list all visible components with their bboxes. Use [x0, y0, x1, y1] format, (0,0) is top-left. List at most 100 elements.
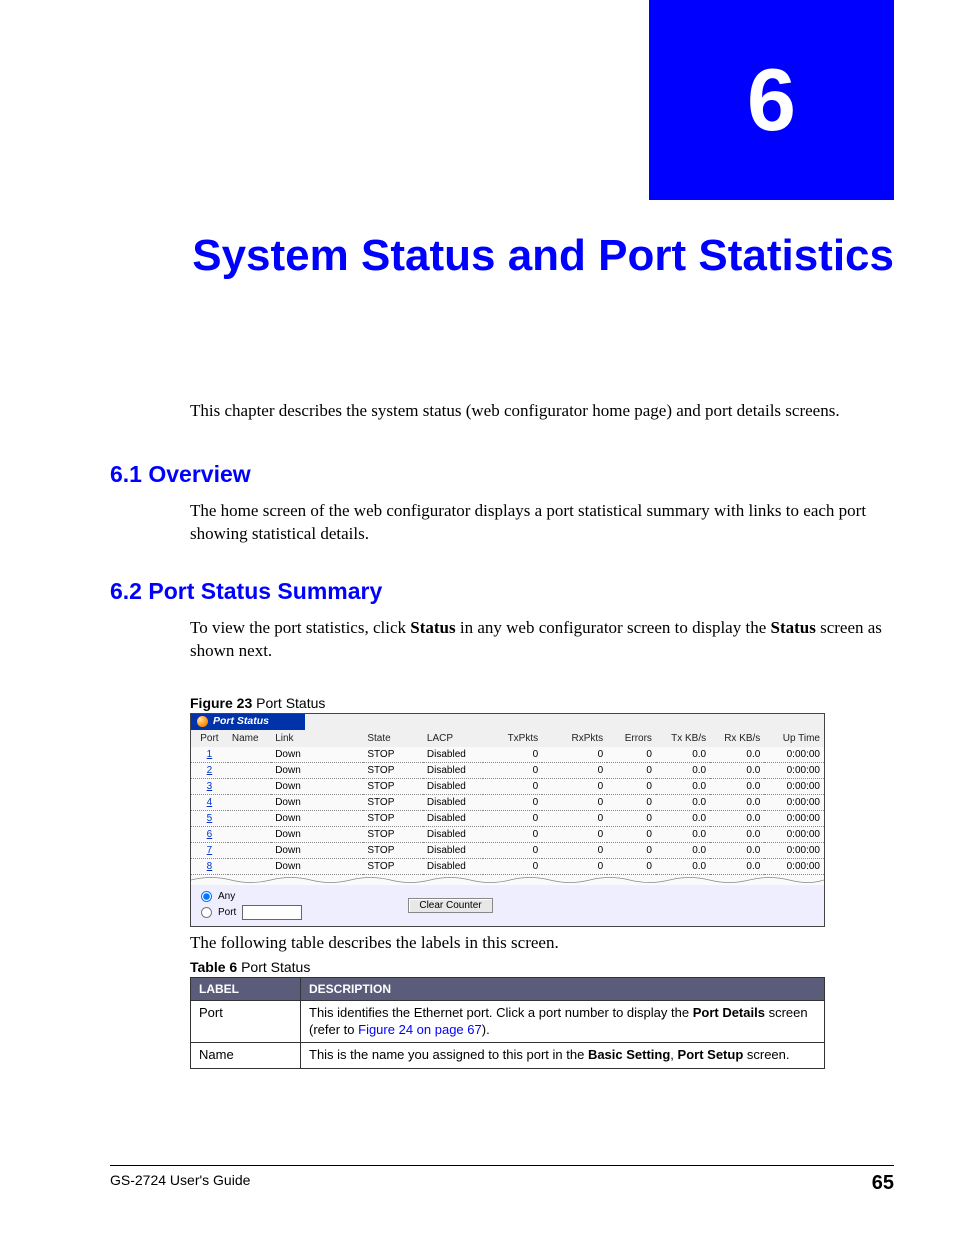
cell-state: STOP — [363, 810, 423, 826]
cell-uptime: 0:00:00 — [764, 747, 824, 763]
cell-txkb: 0.0 — [656, 747, 710, 763]
cell-lacp: Disabled — [423, 826, 483, 842]
cell-name — [228, 858, 271, 874]
desc-label: Name — [191, 1043, 301, 1069]
table-row: 3DownSTOPDisabled0000.00.00:00:00 — [191, 778, 824, 794]
cell-uptime: 0:00:00 — [764, 794, 824, 810]
cell-state: STOP — [363, 778, 423, 794]
table-row: 8DownSTOPDisabled0000.00.00:00:00 — [191, 858, 824, 874]
cell-txpkts: 0 — [483, 842, 543, 858]
table-header-row: Port Name Link State LACP TxPkts RxPkts … — [191, 730, 824, 747]
cell-name — [228, 826, 271, 842]
page-tear-graphic — [191, 875, 824, 885]
radio-any-row[interactable]: Any — [201, 891, 302, 902]
cell-state: STOP — [363, 826, 423, 842]
cell-txkb: 0.0 — [656, 858, 710, 874]
port-link[interactable]: 6 — [191, 826, 228, 842]
port-link[interactable]: 2 — [191, 762, 228, 778]
cell-uptime: 0:00:00 — [764, 842, 824, 858]
cell-txpkts: 0 — [483, 858, 543, 874]
cell-uptime: 0:00:00 — [764, 778, 824, 794]
cell-lacp: Disabled — [423, 794, 483, 810]
cell-lacp: Disabled — [423, 810, 483, 826]
port-link[interactable]: 3 — [191, 778, 228, 794]
cell-errors: 0 — [607, 842, 656, 858]
cell-txpkts: 0 — [483, 778, 543, 794]
radio-port[interactable] — [201, 907, 212, 918]
cell-txpkts: 0 — [483, 762, 543, 778]
page-number: 65 — [872, 1172, 894, 1195]
cell-link: Down — [271, 858, 363, 874]
desc-text: This is the name you assigned to this po… — [301, 1043, 825, 1069]
radio-port-row[interactable]: Port — [201, 905, 302, 920]
desc-label: Port — [191, 1000, 301, 1043]
cell-txpkts: 0 — [483, 826, 543, 842]
cell-link: Down — [271, 778, 363, 794]
cell-txkb: 0.0 — [656, 826, 710, 842]
table-row: 6DownSTOPDisabled0000.00.00:00:00 — [191, 826, 824, 842]
cell-rxpkts: 0 — [542, 826, 607, 842]
page-footer: GS-2724 User's Guide 65 — [110, 1165, 894, 1195]
footer-guide-name: GS-2724 User's Guide — [110, 1172, 250, 1195]
cell-lacp: Disabled — [423, 747, 483, 763]
port-status-title: Port Status — [213, 715, 269, 727]
cell-name — [228, 778, 271, 794]
figure-crossref-link[interactable]: Figure 24 on page 67 — [358, 1022, 482, 1037]
port-link[interactable]: 5 — [191, 810, 228, 826]
cell-link: Down — [271, 826, 363, 842]
port-status-screenshot: Port Status Port Name Link State LACP Tx… — [190, 713, 825, 927]
chapter-intro: This chapter describes the system status… — [190, 400, 894, 423]
section-heading-port-status: 6.2 Port Status Summary — [110, 578, 894, 605]
desc-th-label: LABEL — [191, 977, 301, 1000]
cell-lacp: Disabled — [423, 762, 483, 778]
cell-lacp: Disabled — [423, 778, 483, 794]
section-heading-overview: 6.1 Overview — [110, 461, 894, 488]
cell-uptime: 0:00:00 — [764, 858, 824, 874]
table-row: Port This identifies the Ethernet port. … — [191, 1000, 825, 1043]
port-link[interactable]: 4 — [191, 794, 228, 810]
cell-rxpkts: 0 — [542, 747, 607, 763]
port-status-titlebar: Port Status — [191, 714, 824, 730]
cell-state: STOP — [363, 762, 423, 778]
table-row: 2DownSTOPDisabled0000.00.00:00:00 — [191, 762, 824, 778]
port-link[interactable]: 8 — [191, 858, 228, 874]
cell-txpkts: 0 — [483, 747, 543, 763]
cell-errors: 0 — [607, 794, 656, 810]
desc-th-desc: DESCRIPTION — [301, 977, 825, 1000]
cell-errors: 0 — [607, 747, 656, 763]
port-status-table: Port Name Link State LACP TxPkts RxPkts … — [191, 730, 824, 875]
port-number-input[interactable] — [242, 905, 302, 920]
cell-rxkb: 0.0 — [710, 826, 764, 842]
cell-rxkb: 0.0 — [710, 858, 764, 874]
cell-errors: 0 — [607, 810, 656, 826]
cell-link: Down — [271, 747, 363, 763]
port-link[interactable]: 1 — [191, 747, 228, 763]
cell-name — [228, 747, 271, 763]
cell-link: Down — [271, 794, 363, 810]
radio-any-label: Any — [218, 891, 235, 902]
table-row: 7DownSTOPDisabled0000.00.00:00:00 — [191, 842, 824, 858]
port-link[interactable]: 7 — [191, 842, 228, 858]
figure-caption: Figure 23 Port Status — [190, 695, 894, 711]
section-body-overview: The home screen of the web configurator … — [190, 500, 894, 546]
cell-errors: 0 — [607, 762, 656, 778]
cell-rxkb: 0.0 — [710, 747, 764, 763]
cell-rxpkts: 0 — [542, 810, 607, 826]
table-caption: Table 6 Port Status — [190, 959, 894, 975]
cell-link: Down — [271, 810, 363, 826]
cell-rxpkts: 0 — [542, 778, 607, 794]
cell-lacp: Disabled — [423, 842, 483, 858]
cell-state: STOP — [363, 858, 423, 874]
cell-state: STOP — [363, 794, 423, 810]
clear-counter-button[interactable]: Clear Counter — [408, 898, 492, 913]
table-row: 5DownSTOPDisabled0000.00.00:00:00 — [191, 810, 824, 826]
cell-name — [228, 762, 271, 778]
cell-link: Down — [271, 762, 363, 778]
cell-txkb: 0.0 — [656, 778, 710, 794]
cell-errors: 0 — [607, 826, 656, 842]
radio-any[interactable] — [201, 891, 212, 902]
cell-rxkb: 0.0 — [710, 842, 764, 858]
cell-rxkb: 0.0 — [710, 810, 764, 826]
description-table: LABEL DESCRIPTION Port This identifies t… — [190, 977, 825, 1070]
chapter-number-box: 6 — [649, 0, 894, 200]
